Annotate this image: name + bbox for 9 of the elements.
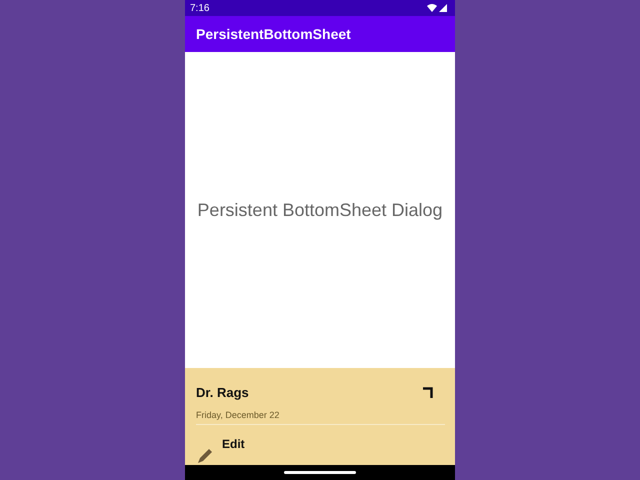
sheet-title: Dr. Rags [196,385,249,400]
wifi-icon [427,4,437,12]
content-text: Persistent BottomSheet Dialog [197,200,443,220]
sheet-date: Friday, December 22 [196,410,445,425]
signal-icon [439,4,447,12]
menu-item[interactable]: Edit [222,437,245,451]
corner-icon[interactable] [423,387,433,398]
status-time: 7:16 [190,2,210,14]
app-bar-title: PersistentBottomSheet [196,26,351,42]
